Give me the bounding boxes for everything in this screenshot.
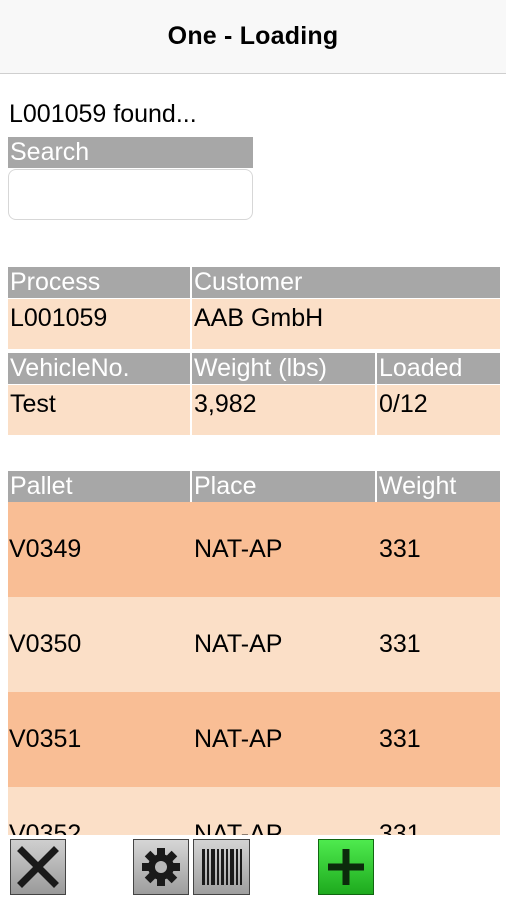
settings-button[interactable] — [133, 839, 189, 895]
customer-value: AAB GmbH — [192, 299, 500, 349]
pallet-place: NAT-AP — [194, 725, 283, 753]
loaded-value: 0/12 — [377, 385, 500, 435]
pallet-id: V0351 — [9, 725, 82, 753]
table-row[interactable]: V0352 NAT-AP 331 — [8, 787, 500, 835]
pallet-column-header: Pallet — [8, 471, 190, 502]
pallet-place: NAT-AP — [194, 630, 283, 658]
pallet-weight: 331 — [379, 725, 421, 753]
table-row[interactable]: V0351 NAT-AP 331 — [8, 692, 500, 787]
pallet-weight: 331 — [379, 630, 421, 658]
pallet-id: V0352 — [9, 820, 82, 835]
place-column-header: Place — [192, 471, 375, 502]
pallet-weight: 331 — [379, 535, 421, 563]
close-button[interactable] — [10, 839, 66, 895]
search-label: Search — [8, 137, 253, 168]
process-value: L001059 — [8, 299, 190, 349]
table-row[interactable]: V0349 NAT-AP 331 — [8, 502, 500, 597]
pallet-place: NAT-AP — [194, 535, 283, 563]
scan-button[interactable] — [193, 839, 250, 895]
search-input[interactable] — [8, 169, 253, 220]
pallet-id: V0350 — [9, 630, 82, 658]
process-header: Process — [8, 267, 190, 298]
customer-header: Customer — [192, 267, 500, 298]
pallet-list[interactable]: V0349 NAT-AP 331 V0350 NAT-AP 331 V0351 … — [8, 502, 500, 835]
vehicle-header: VehicleNo. — [8, 353, 190, 384]
weight-column-header: Weight — [377, 471, 500, 502]
weight-header: Weight (lbs) — [192, 353, 375, 384]
close-icon — [17, 846, 59, 888]
add-button[interactable] — [318, 839, 374, 895]
vehicle-value: Test — [8, 385, 190, 435]
loaded-header: Loaded — [377, 353, 500, 384]
pallet-id: V0349 — [9, 535, 82, 563]
page-title: One - Loading — [167, 22, 339, 50]
pallet-place: NAT-AP — [194, 820, 283, 835]
weight-value: 3,982 — [192, 385, 375, 435]
plus-icon — [328, 849, 364, 885]
nav-bar: One - Loading — [0, 0, 506, 74]
barcode-icon — [201, 849, 242, 885]
status-message: L001059 found... — [9, 100, 197, 128]
pallet-weight: 331 — [379, 820, 421, 835]
table-row[interactable]: V0350 NAT-AP 331 — [8, 597, 500, 692]
gear-icon — [142, 848, 180, 886]
bottom-toolbar — [0, 835, 506, 900]
